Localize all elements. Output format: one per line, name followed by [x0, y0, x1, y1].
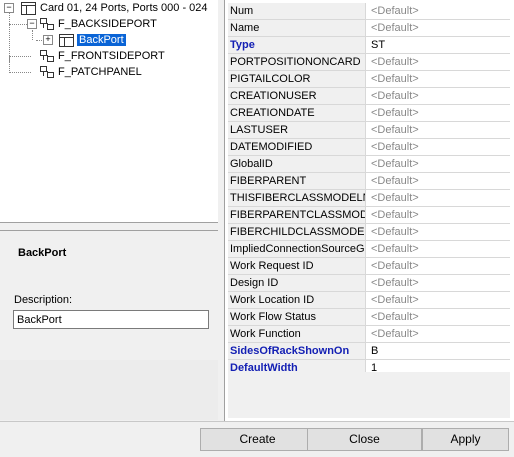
property-value[interactable]: <Default>: [369, 88, 510, 104]
expand-icon[interactable]: +: [43, 35, 53, 45]
property-grid-empty-area: [228, 372, 510, 418]
tree-item-f-backsideport[interactable]: F_BACKSIDEPORT: [58, 16, 157, 32]
property-value[interactable]: <Default>: [369, 54, 510, 70]
property-value[interactable]: ST: [369, 37, 510, 53]
property-value[interactable]: <Default>: [369, 309, 510, 325]
property-row[interactable]: PORTPOSITIONONCARD <Default>: [228, 54, 510, 71]
apply-button[interactable]: Apply: [422, 428, 509, 451]
property-row[interactable]: FIBERPARENT <Default>: [228, 173, 510, 190]
details-panel-lower: [0, 360, 219, 420]
property-value[interactable]: <Default>: [369, 224, 510, 240]
property-value[interactable]: <Default>: [369, 122, 510, 138]
tree-item-label: BackPort: [77, 34, 126, 46]
property-row[interactable]: Work Location ID <Default>: [228, 292, 510, 309]
property-value[interactable]: <Default>: [369, 139, 510, 155]
property-name: FIBERPARENT: [228, 173, 366, 189]
property-name: Work Location ID: [228, 292, 366, 308]
property-row[interactable]: THISFIBERCLASSMODELNA <Default>: [228, 190, 510, 207]
property-value[interactable]: <Default>: [369, 207, 510, 223]
details-title: BackPort: [18, 247, 67, 259]
property-value[interactable]: <Default>: [369, 275, 510, 291]
property-name: PIGTAILCOLOR: [228, 71, 366, 87]
tree-connector-line: [9, 56, 10, 73]
property-row[interactable]: Work Request ID <Default>: [228, 258, 510, 275]
tree-item-label: Card 01, 24 Ports, Ports 000 - 024: [40, 2, 208, 14]
property-value[interactable]: <Default>: [369, 71, 510, 87]
property-name: Work Function: [228, 326, 366, 342]
property-row[interactable]: SidesOfRackShownOn B: [228, 343, 510, 360]
property-row[interactable]: Work Function <Default>: [228, 326, 510, 343]
property-name: Design ID: [228, 275, 366, 291]
table-icon: [21, 2, 36, 15]
property-value[interactable]: <Default>: [369, 173, 510, 189]
property-name: FIBERCHILDCLASSMODELN: [228, 224, 366, 240]
relationship-icon: [40, 18, 54, 30]
property-value[interactable]: <Default>: [369, 105, 510, 121]
property-row[interactable]: CREATIONDATE <Default>: [228, 105, 510, 122]
tree-item-f-patchpanel[interactable]: F_PATCHPANEL: [58, 64, 142, 80]
property-row[interactable]: PIGTAILCOLOR <Default>: [228, 71, 510, 88]
tree-item-f-frontsideport[interactable]: F_FRONTSIDEPORT: [58, 48, 165, 64]
tree-item-label: F_PATCHPANEL: [58, 66, 142, 78]
property-name: DATEMODIFIED: [228, 139, 366, 155]
property-name: GlobalID: [228, 156, 366, 172]
tree-connector-line: [32, 30, 33, 40]
property-value[interactable]: <Default>: [369, 3, 510, 19]
tree-item-card[interactable]: Card 01, 24 Ports, Ports 000 - 024: [40, 0, 208, 16]
property-name: Work Flow Status: [228, 309, 366, 325]
tree-connector-line: [9, 56, 31, 57]
property-row[interactable]: GlobalID <Default>: [228, 156, 510, 173]
tree-connector-line: [9, 72, 31, 73]
description-field[interactable]: [13, 310, 209, 329]
close-button[interactable]: Close: [307, 428, 422, 451]
property-name: ImpliedConnectionSourceGuid: [228, 241, 366, 257]
property-name: PORTPOSITIONONCARD: [228, 54, 366, 70]
property-row[interactable]: ImpliedConnectionSourceGuid <Default>: [228, 241, 510, 258]
property-row[interactable]: FIBERCHILDCLASSMODELN <Default>: [228, 224, 510, 241]
property-grid-rows: Num <Default> Name <Default> Type ST PORTPOSIT…: [228, 3, 510, 394]
collapse-icon[interactable]: −: [4, 3, 14, 13]
property-row[interactable]: DATEMODIFIED <Default>: [228, 139, 510, 156]
property-name: CREATIONDATE: [228, 105, 366, 121]
property-name: SidesOfRackShownOn: [228, 343, 366, 359]
button-bar: Create Close Apply: [0, 421, 514, 457]
property-row[interactable]: CREATIONUSER <Default>: [228, 88, 510, 105]
property-value[interactable]: <Default>: [369, 258, 510, 274]
details-panel: BackPort Description:: [0, 230, 219, 361]
tree-item-label: F_FRONTSIDEPORT: [58, 50, 165, 62]
collapse-icon[interactable]: −: [27, 19, 37, 29]
relationship-icon: [40, 66, 54, 78]
property-row[interactable]: Name <Default>: [228, 20, 510, 37]
tree-item-label: F_BACKSIDEPORT: [58, 18, 157, 30]
property-name: Name: [228, 20, 366, 36]
property-name: Num: [228, 3, 366, 19]
property-row[interactable]: Num <Default>: [228, 3, 510, 20]
property-name: CREATIONUSER: [228, 88, 366, 104]
property-value[interactable]: B: [369, 343, 510, 359]
property-row[interactable]: FIBERPARENTCLASSMODE <Default>: [228, 207, 510, 224]
property-row[interactable]: Design ID <Default>: [228, 275, 510, 292]
property-value[interactable]: <Default>: [369, 20, 510, 36]
table-icon: [59, 34, 74, 47]
feature-tree[interactable]: − Card 01, 24 Ports, Ports 000 - 024 − F…: [0, 0, 219, 223]
relationship-icon: [40, 50, 54, 62]
property-value[interactable]: <Default>: [369, 156, 510, 172]
tree-connector-line: [9, 12, 10, 62]
property-name: THISFIBERCLASSMODELNA: [228, 190, 366, 206]
description-label: Description:: [14, 294, 73, 306]
property-value[interactable]: <Default>: [369, 292, 510, 308]
property-grid[interactable]: Num <Default> Name <Default> Type ST PORTPOSIT…: [224, 0, 514, 421]
property-name: Work Request ID: [228, 258, 366, 274]
property-name: Type: [228, 37, 366, 53]
property-name: FIBERPARENTCLASSMODE: [228, 207, 366, 223]
property-value[interactable]: <Default>: [369, 190, 510, 206]
property-value[interactable]: <Default>: [369, 241, 510, 257]
property-name: LASTUSER: [228, 122, 366, 138]
tree-item-backport[interactable]: BackPort: [77, 32, 126, 48]
property-row[interactable]: Type ST: [228, 37, 510, 54]
create-button[interactable]: Create: [200, 428, 315, 451]
property-row[interactable]: Work Flow Status <Default>: [228, 309, 510, 326]
property-value[interactable]: <Default>: [369, 326, 510, 342]
property-row[interactable]: LASTUSER <Default>: [228, 122, 510, 139]
